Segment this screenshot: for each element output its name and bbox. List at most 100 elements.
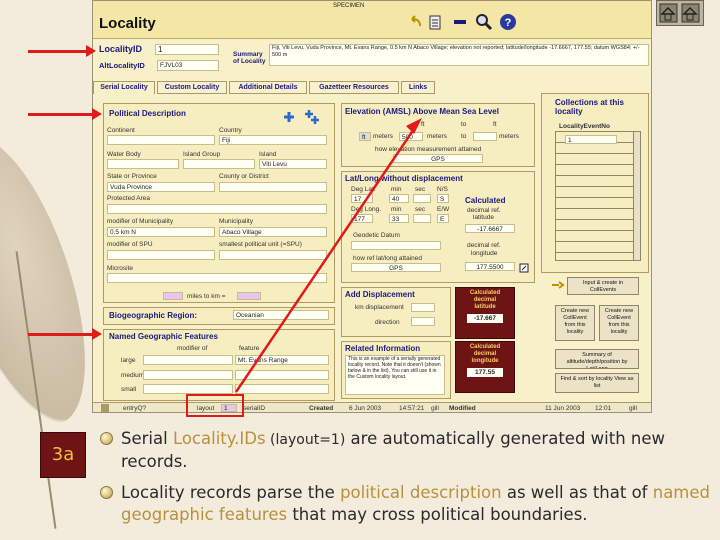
decimal-ref2-label: decimal ref. [467, 242, 501, 249]
calculated-longitude-label: Calculated decimal longitude [469, 344, 501, 364]
alt-locality-id-field[interactable]: FJVL03 [157, 60, 219, 71]
protected-area-label: Protected Area [107, 195, 150, 202]
input-create-colevents-button[interactable]: Input & create in CollEvents [567, 277, 639, 295]
bullet-2-highlight: political description [340, 483, 502, 502]
elevation-meters2-label: meters [499, 133, 519, 140]
slide-number: 3a [51, 444, 75, 465]
locality-id-field[interactable]: 1 [155, 44, 219, 55]
document-icon[interactable] [429, 15, 441, 30]
summary-label: Summary of Locality [233, 51, 266, 65]
minus-icon[interactable] [453, 17, 467, 27]
calculated-longitude-value: 177.55 [467, 368, 503, 377]
longitude-label: longitude [471, 250, 498, 257]
created-time: 14:57:21 [399, 405, 425, 412]
collections-scrollbar[interactable] [633, 132, 640, 260]
modified-date: 11 Jun 2003 [545, 405, 581, 412]
created-by: gill [431, 405, 439, 412]
modified-time: 12:01 [595, 405, 612, 412]
small-modifier-field[interactable] [143, 384, 233, 394]
serial-id-label: serialID [243, 405, 266, 412]
bullet-text-2: Locality records parse the political des… [121, 482, 711, 526]
state-field[interactable]: Vuda Province [107, 182, 215, 192]
ns-field[interactable]: S [437, 194, 449, 203]
collection-row[interactable]: 1 [565, 135, 617, 144]
ns-label: N/S [437, 186, 448, 193]
alt-locality-id-label: AltLocalityID [99, 61, 145, 70]
locality-id-label: LocalityID [99, 44, 143, 54]
elevation-to-label-2: to [461, 133, 467, 140]
water-body-field[interactable] [107, 159, 179, 169]
modified-by: gill [629, 405, 637, 412]
continent-field[interactable] [107, 135, 215, 145]
modifier-spu-label: modifier of SPU [107, 241, 153, 248]
tab-links[interactable]: Links [401, 81, 435, 94]
arrowhead-icon [86, 45, 96, 57]
modified-label: Modified [449, 405, 476, 412]
tab-gazetteer-resources[interactable]: Gazetteer Resources [309, 81, 399, 94]
tab-custom-locality[interactable]: Custom Locality [157, 81, 227, 94]
modifier-of-label: modifier of [177, 345, 208, 352]
annotation-arrow-named-features [28, 333, 94, 336]
bullet-2-part: that may cross political boundaries. [287, 505, 588, 524]
bullet-icon [100, 486, 113, 499]
annotation-arrow-political [28, 113, 94, 116]
miles-input[interactable] [163, 292, 183, 300]
pointer-hand-icon [552, 281, 565, 289]
calculated-title: Calculated [465, 196, 506, 205]
elevation-title: Elevation (AMSL) Above Mean Sea Level [345, 107, 499, 116]
modifier-municipality-field[interactable]: 0.5 km N [107, 227, 215, 237]
small-label: small [121, 386, 137, 393]
decimal-latitude-field: -17.6667 [465, 224, 515, 233]
elevation-meters-label-2: meters [427, 133, 447, 140]
large-modifier-field[interactable] [143, 355, 233, 365]
continent-label: Continent [107, 127, 135, 134]
magnifier-icon[interactable] [475, 13, 493, 31]
tab-serial-locality[interactable]: Serial Locality [93, 81, 155, 94]
arrowhead-icon [92, 328, 102, 340]
edit-icon[interactable] [519, 263, 529, 273]
collections-list [555, 131, 641, 261]
svg-text:?: ? [505, 17, 512, 29]
status-left-icon [101, 404, 109, 412]
find-sort-locality-button[interactable]: Find & sort by locality View as list [555, 373, 639, 393]
ew-field[interactable]: E [437, 214, 449, 223]
back-arrow-icon[interactable] [409, 15, 423, 29]
water-body-label: Water Body [107, 151, 141, 158]
medium-modifier-field[interactable] [143, 370, 233, 380]
medium-label: medium [121, 372, 145, 379]
calculated-latitude-label: Calculated decimal latitude [469, 290, 501, 310]
tab-additional-details[interactable]: Additional Details [229, 81, 307, 94]
window-title: Locality [99, 15, 156, 32]
calculated-longitude-box: Calculated decimal longitude 177.55 [455, 341, 515, 393]
ew-label: E/W [437, 206, 450, 213]
bullet-2-part: Locality records parse the [121, 483, 341, 502]
create-new-colevent-button-1[interactable]: Create new CollEvent from this locality [555, 305, 595, 341]
create-new-colevent-button-2[interactable]: Create new CollEvent from this locality [599, 305, 639, 341]
window-header [93, 1, 651, 39]
island-group-label: Island Group [183, 151, 221, 158]
large-label: large [121, 357, 136, 364]
bullet-1-part: (layout=1) [265, 432, 346, 448]
decimal-ref-label: decimal ref. [467, 207, 501, 214]
elevation-to-field[interactable] [473, 132, 497, 141]
political-description-title: Political Description [109, 109, 186, 118]
bullet-1-part: Serial [121, 429, 173, 448]
help-icon[interactable]: ? [499, 13, 517, 31]
summary-altitude-button[interactable]: Summary of altitude/depth/position by La… [555, 349, 639, 369]
home-icon[interactable] [656, 0, 704, 26]
miles-to-km-label: miles to km = [187, 293, 226, 300]
bullet-1-highlight: Locality.IDs [172, 429, 266, 448]
diagonal-annotation-arrow [234, 118, 422, 393]
arrowhead-icon [92, 108, 102, 120]
modifier-spu-field[interactable] [107, 250, 215, 260]
specimen-label: SPECIMEN [333, 3, 365, 9]
named-features-title: Named Geographic Features [109, 332, 218, 341]
collections-column-header: LocalityEventNo [559, 123, 610, 130]
annotation-arrow-locality-id [28, 50, 90, 53]
created-label: Created [309, 405, 334, 412]
state-label: State or Province [107, 173, 157, 180]
bullet-text-1: Serial Locality.IDs (layout=1) are autom… [121, 428, 711, 473]
decimal-longitude-field: 177.5500 [465, 262, 515, 271]
calculated-latitude-value: -17.667 [467, 314, 503, 323]
collections-title: Collections at this locality [555, 98, 624, 116]
